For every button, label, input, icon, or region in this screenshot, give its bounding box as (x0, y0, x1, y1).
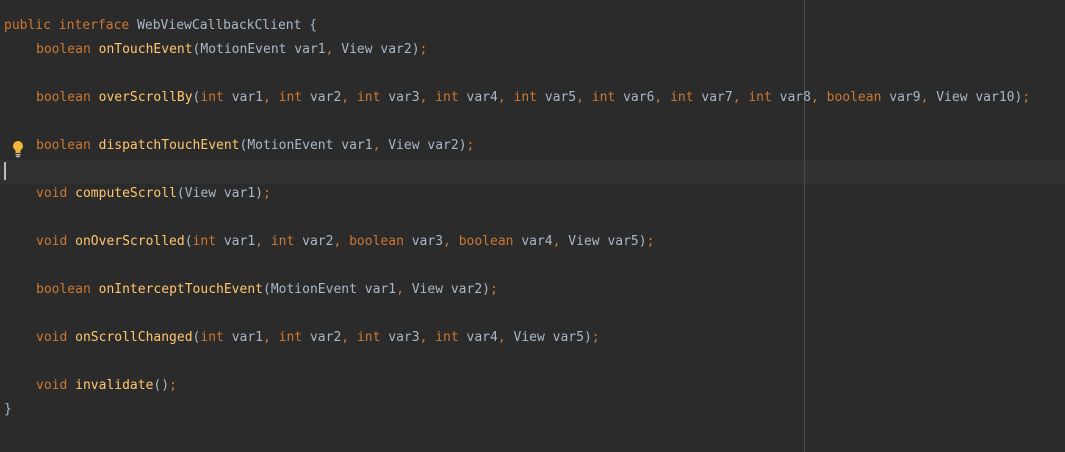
param-type: MotionEvent (247, 138, 334, 153)
param-type: View (513, 330, 545, 345)
param-type: int (513, 90, 537, 105)
param-name: var5 (544, 90, 577, 105)
param-type: int (200, 330, 224, 345)
param-name: var2 (380, 42, 412, 57)
param-type: int (200, 90, 224, 105)
param-type: int (278, 330, 303, 345)
param-type: MotionEvent (200, 42, 287, 57)
method-name: onInterceptTouchEvent (98, 282, 263, 297)
method-name: invalidate (75, 378, 154, 393)
param-name: var1 (341, 138, 373, 153)
param-type: View (411, 282, 444, 297)
text-caret (4, 162, 6, 180)
param-name: var1 (231, 330, 263, 345)
return-type: void (36, 234, 68, 249)
param-name: var3 (388, 330, 420, 345)
param-type: int (435, 90, 459, 105)
return-type: boolean (36, 90, 91, 105)
method-declaration[interactable]: boolean onInterceptTouchEvent(MotionEven… (4, 278, 498, 302)
return-type: void (36, 378, 68, 393)
param-type: int (356, 330, 381, 345)
param-name: var6 (623, 90, 655, 105)
method-name: onTouchEvent (98, 42, 193, 57)
code-editor[interactable]: public interface WebViewCallbackClient {… (0, 0, 1065, 452)
param-name: var2 (427, 138, 459, 153)
param-type: int (670, 90, 694, 105)
param-name: var9 (889, 90, 921, 105)
param-type: boolean (458, 234, 514, 249)
interface-name: WebViewCallbackClient (137, 18, 302, 33)
param-type: View (388, 138, 420, 153)
param-name: var7 (701, 90, 733, 105)
caret-row-highlight (0, 160, 1065, 184)
param-name: var2 (309, 330, 342, 345)
interface-keyword: interface (58, 18, 130, 33)
param-name: var5 (552, 330, 584, 345)
param-type: MotionEvent (270, 282, 357, 297)
return-type: void (36, 330, 68, 345)
right-margin-guide (804, 0, 805, 452)
param-name: var3 (388, 90, 420, 105)
param-name: var4 (466, 330, 498, 345)
closing-brace-line[interactable]: } (4, 398, 12, 422)
param-name: var4 (521, 234, 553, 249)
method-declaration[interactable]: void onScrollChanged(int var1, int var2,… (4, 326, 600, 350)
param-type: View (936, 90, 968, 105)
method-name: overScrollBy (98, 90, 193, 105)
param-name: var2 (450, 282, 483, 297)
param-name: var3 (411, 234, 444, 249)
method-name: dispatchTouchEvent (98, 138, 240, 153)
method-name: computeScroll (75, 186, 177, 201)
param-name: var1 (294, 42, 326, 57)
param-name: var1 (364, 282, 397, 297)
method-declaration[interactable]: boolean dispatchTouchEvent(MotionEvent v… (4, 134, 474, 158)
param-type: int (435, 330, 459, 345)
modifier-keyword: public (4, 18, 51, 33)
param-name: var2 (302, 234, 334, 249)
param-type: int (270, 234, 295, 249)
param-type: boolean (349, 234, 404, 249)
param-type: int (278, 90, 303, 105)
param-name: var1 (223, 234, 256, 249)
method-name: onScrollChanged (75, 330, 193, 345)
param-type: View (568, 234, 600, 249)
open-brace: { (309, 18, 318, 33)
param-type: int (591, 90, 616, 105)
param-type: View (184, 186, 217, 201)
method-declaration[interactable]: void invalidate(); (4, 374, 177, 398)
return-type: boolean (36, 42, 91, 57)
method-declaration[interactable]: void onOverScrolled(int var1, int var2, … (4, 230, 654, 254)
param-type: int (356, 90, 381, 105)
param-type: View (341, 42, 373, 57)
return-type: void (36, 186, 68, 201)
param-name: var5 (607, 234, 639, 249)
method-declaration[interactable]: boolean overScrollBy(int var1, int var2,… (4, 86, 1030, 110)
param-type: int (192, 234, 217, 249)
param-name: var8 (779, 90, 811, 105)
param-name: var10 (975, 90, 1015, 105)
method-name: onOverScrolled (75, 234, 185, 249)
param-type: boolean (826, 90, 882, 105)
method-declaration[interactable]: boolean onTouchEvent(MotionEvent var1, V… (4, 38, 427, 62)
param-name: var1 (223, 186, 256, 201)
param-type: int (748, 90, 772, 105)
param-name: var2 (309, 90, 342, 105)
method-declaration[interactable]: void computeScroll(View var1); (4, 182, 271, 206)
param-name: var4 (466, 90, 498, 105)
return-type: boolean (36, 282, 91, 297)
interface-declaration[interactable]: public interface WebViewCallbackClient { (4, 14, 317, 38)
return-type: boolean (36, 138, 91, 153)
lightbulb-icon[interactable] (11, 140, 25, 158)
close-brace: } (4, 402, 12, 417)
param-name: var1 (231, 90, 263, 105)
